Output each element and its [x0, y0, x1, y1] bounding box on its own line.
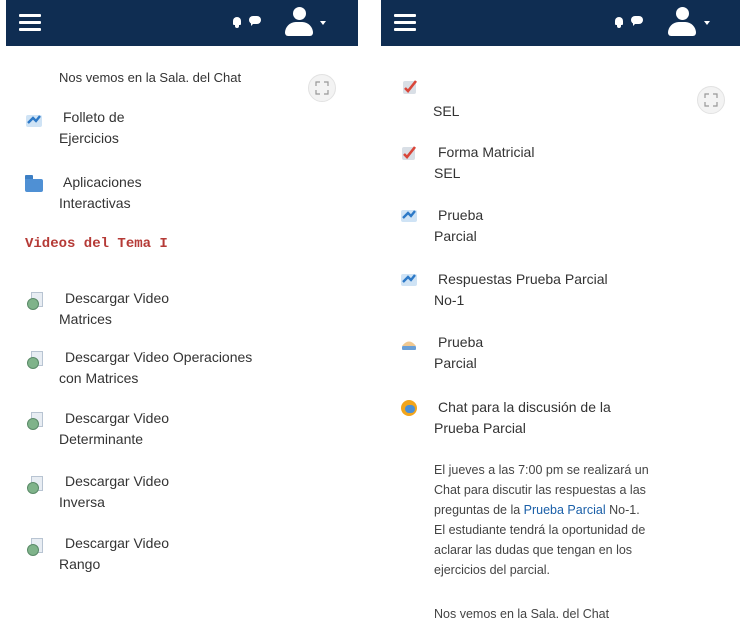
- activity-title-line1: Prueba: [438, 207, 484, 223]
- activity-title-line2: Prueba Parcial: [434, 420, 526, 436]
- description-text: No-1.: [605, 503, 640, 517]
- file-icon: [27, 351, 45, 369]
- video-title-line1: Descargar Video: [65, 410, 170, 426]
- lesson-icon: [400, 334, 418, 352]
- hamburger-menu-icon[interactable]: [394, 14, 416, 35]
- description-text: preguntas de la: [434, 503, 524, 517]
- activity-title-line2: No-1: [434, 292, 465, 308]
- activity-description: El jueves a las 7:00 pm se realizará un …: [434, 460, 649, 580]
- file-icon: [27, 538, 45, 556]
- activity-title-line2: Interactivas: [59, 195, 131, 211]
- activity-title-line2: Parcial: [434, 228, 477, 244]
- section-heading: Videos del Tema I: [25, 236, 168, 252]
- description-line: ejercicios del parcial.: [434, 563, 551, 577]
- activity-title-line1: Respuestas Prueba Parcial: [438, 271, 608, 287]
- activity-title-line2: SEL: [434, 165, 461, 181]
- folder-icon: [25, 175, 43, 193]
- activity-title-line2: SEL: [433, 103, 460, 119]
- notifications-bell-icon[interactable]: [614, 17, 624, 28]
- video-title-line1: Descargar Video Operaciones: [65, 349, 253, 365]
- video-title-line2: Determinante: [59, 431, 144, 447]
- activity-title-line2: Ejercicios: [59, 130, 119, 146]
- chat-activity-icon: [401, 400, 417, 416]
- video-title-line2: Rango: [59, 556, 101, 572]
- activity-title-line1: Chat para la discusión de la: [438, 399, 611, 415]
- closing-text: Nos vemos en la Sala. del Chat: [434, 607, 610, 621]
- activity-title-line2: Parcial: [434, 355, 477, 371]
- right-screen: SEL Forma Matricial SEL Prueba Parcial R…: [381, 0, 740, 642]
- file-icon: [27, 412, 45, 430]
- user-menu-caret-icon[interactable]: [320, 21, 326, 25]
- fullscreen-toggle-icon[interactable]: [697, 86, 725, 114]
- activity-title-line1: Folleto de: [63, 109, 125, 125]
- video-title-line2: Matrices: [59, 311, 112, 327]
- video-title-line1: Descargar Video: [65, 473, 170, 489]
- activity-title-line1: Forma Matricial: [438, 144, 535, 160]
- file-icon: [27, 292, 45, 310]
- top-navbar: [6, 0, 358, 46]
- top-navbar: [381, 0, 740, 46]
- top-text: Nos vemos en la Sala. del Chat: [59, 70, 242, 85]
- description-line: Chat para discutir las respuestas a las: [434, 483, 646, 497]
- video-title-line2: con Matrices: [59, 370, 139, 386]
- left-screen: Nos vemos en la Sala. del Chat Folleto d…: [6, 0, 358, 642]
- fullscreen-toggle-icon[interactable]: [308, 74, 336, 102]
- video-title-line1: Descargar Video: [65, 535, 170, 551]
- description-line: aclarar las dudas que tengan en los: [434, 543, 633, 557]
- user-menu-caret-icon[interactable]: [704, 21, 710, 25]
- user-avatar-icon[interactable]: [285, 7, 313, 39]
- assignment-icon: [400, 144, 418, 162]
- assignment-icon: [401, 78, 419, 96]
- description-line: El jueves a las 7:00 pm se realizará un: [434, 463, 649, 477]
- quiz-icon: [25, 112, 43, 130]
- notifications-bell-icon[interactable]: [232, 17, 242, 28]
- activity-title-line1: Aplicaciones: [63, 174, 142, 190]
- quiz-icon: [400, 271, 418, 289]
- messages-icon[interactable]: [631, 16, 643, 26]
- hamburger-menu-icon[interactable]: [19, 14, 41, 35]
- file-icon: [27, 476, 45, 494]
- description-line: preguntas de la Prueba Parcial No-1.: [434, 500, 649, 520]
- activity-title-line1: Prueba: [438, 334, 484, 350]
- description-line: El estudiante tendrá la oportunidad de: [434, 523, 646, 537]
- video-title-line2: Inversa: [59, 494, 105, 510]
- prueba-parcial-link[interactable]: Prueba Parcial: [524, 503, 606, 517]
- user-avatar-icon[interactable]: [668, 7, 696, 39]
- messages-icon[interactable]: [249, 16, 261, 26]
- quiz-icon: [400, 207, 418, 225]
- video-title-line1: Descargar Video: [65, 290, 170, 306]
